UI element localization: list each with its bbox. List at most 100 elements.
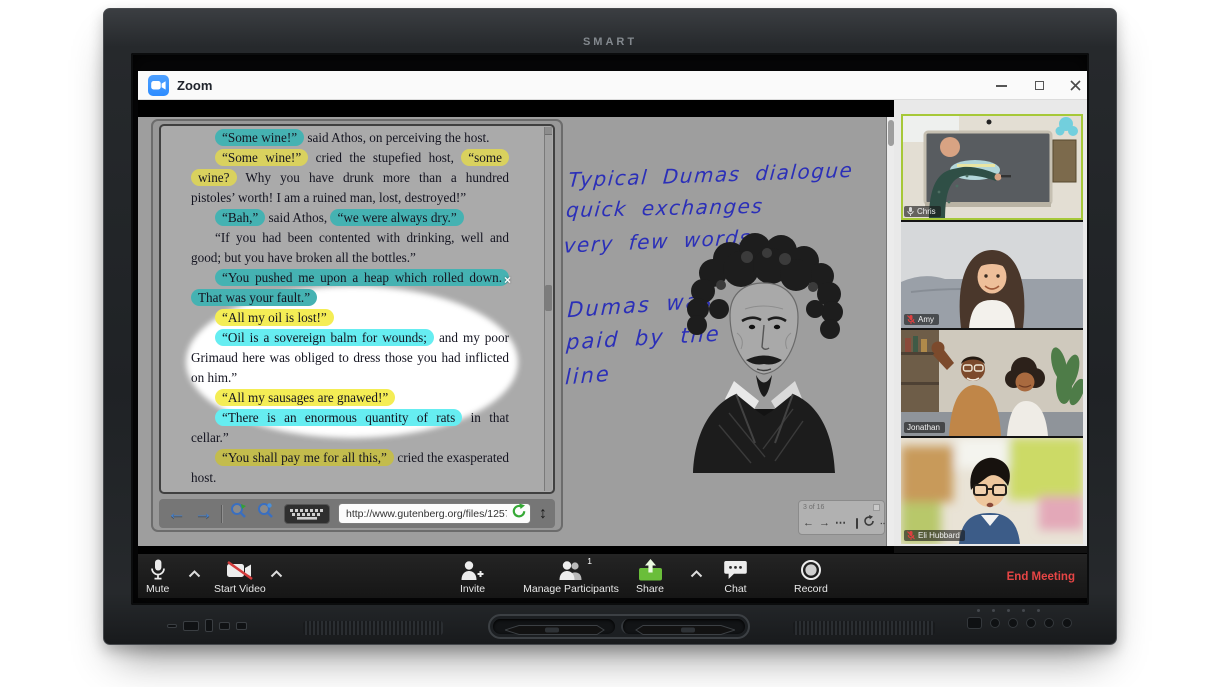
page-indicator: 3 of 16 [803,504,824,511]
record-label: Record [794,583,828,595]
mute-button[interactable]: Mute [146,558,169,595]
smart-board: SMART Zoom [103,8,1117,645]
highlight-cyan: “There is an enormous quantity of rats [215,409,462,426]
page-navigator: 3 of 16 ← → ⋯ [798,500,885,535]
window-titlebar[interactable]: Zoom [138,71,1087,100]
zoom-window: Zoom [138,71,1087,598]
mute-options-chevron[interactable] [188,565,201,583]
board-tray [131,611,1089,641]
record-button[interactable]: Record [794,558,828,595]
maximize-button[interactable] [1024,71,1054,100]
close-button[interactable] [1060,71,1090,100]
dumas-portrait-sketch [635,213,885,473]
chat-button[interactable]: Chat [724,558,747,595]
participant-count-badge: 1 [587,556,592,566]
video-tile-amy[interactable]: Amy [901,222,1083,328]
text-segment: cried the stupefied host, [308,150,461,165]
browser-toolbar: ← → [159,499,555,528]
share-options-chevron[interactable] [690,565,703,583]
eli-video-scene [901,438,1083,544]
paragraph: “There is an enormous quantity of rats i… [191,408,509,448]
pager-expand-icon[interactable] [873,504,880,511]
scrollbar-arrow-box[interactable] [545,127,552,135]
paragraph: “If you had been contented with drinking… [191,228,509,268]
zoom-content: “Some wine!” said Athos, on perceiving t… [138,100,1087,598]
mic-muted-icon [907,315,915,324]
pen-tray [488,614,750,639]
video-sidebar: Chris [894,100,1087,553]
text-segment: said Athos, on perceiving the host. [304,130,489,145]
invite-label: Invite [460,583,485,595]
address-bar[interactable]: http://www.gutenberg.org/files/1257 [338,503,531,524]
fit-page-icon[interactable] [863,514,875,532]
page-icon[interactable] [856,518,858,529]
invite-button[interactable]: Invite [460,558,485,595]
forward-icon[interactable]: → [194,503,213,525]
manage-participants-button[interactable]: 1 Manage Participants [510,558,632,595]
video-tile-column: Chris [901,114,1083,544]
document-scrollbar[interactable] [544,127,552,491]
name-label: Chris [904,206,941,217]
video-tile-jonathan[interactable]: Jonathan [901,330,1083,436]
paragraph: “You shall pay me for all this,” cried t… [191,448,509,488]
highlight-cyan: “Oil is a sovereign balm for wounds; [215,329,434,346]
more-options-icon[interactable]: ⋯ [835,517,846,530]
whiteboard-scrollbar[interactable] [886,117,894,546]
minimize-button[interactable] [986,71,1016,100]
paragraph: “Oil is a sovereign balm for wounds; and… [191,328,509,388]
next-page-icon[interactable]: → [819,517,830,530]
document-text: “Some wine!” said Athos, on perceiving t… [191,128,509,494]
speaker-grille-right [793,621,935,635]
paragraph: “Some wine!” cried the stupefied host, “… [191,148,509,208]
document-page: “Some wine!” said Athos, on perceiving t… [159,124,555,494]
annotation-close-icon[interactable]: × [504,273,511,287]
participant-name: Jonathan [907,423,940,432]
manage-participants-label: Manage Participants [523,583,619,595]
record-circle-icon [800,558,822,581]
microphone-icon [150,558,166,581]
bezel-buttons [967,617,1072,629]
highlight-yellow: “Some wine!” [215,149,308,166]
meeting-toolbar: Mute Start Video [138,553,1087,598]
scrollbar-thumb[interactable] [545,285,552,311]
invite-person-icon [460,558,485,581]
refresh-icon[interactable] [511,503,527,524]
end-meeting-button[interactable]: End Meeting [1007,554,1075,599]
chat-label: Chat [724,583,746,595]
keyboard-icon[interactable] [284,504,330,524]
paragraph: “All my sausages are gnawed!” [191,388,509,408]
paragraph: “All my oil is lost!” [191,308,509,328]
back-icon[interactable]: ← [167,503,186,525]
smart-logo: SMART [583,36,637,48]
amy-video-scene [901,222,1083,328]
mic-muted-icon [907,531,915,540]
resize-icon[interactable]: ↕ [539,505,547,523]
shared-screen: “Some wine!” said Athos, on perceiving t… [138,100,894,553]
video-options-chevron[interactable] [270,565,283,583]
zoom-out-icon[interactable] [257,502,276,525]
name-label: Eli Hubbard [904,530,965,541]
video-tile-chris[interactable]: Chris [901,114,1083,220]
document-viewer-panel: “Some wine!” said Athos, on perceiving t… [151,119,563,532]
speaker-grille-left [303,621,443,635]
previous-page-icon[interactable]: ← [803,517,814,530]
chat-bubble-icon [724,558,747,581]
name-label: Jonathan [904,422,945,433]
start-video-button[interactable]: Start Video [214,558,266,595]
status-leds [977,609,1040,612]
highlight-byellow: “All my oil is lost!” [215,309,334,326]
zoom-in-icon[interactable] [230,502,249,525]
chris-video-scene [901,114,1083,220]
display-screen: Zoom [131,53,1089,605]
start-video-label: Start Video [214,583,266,595]
participant-name: Eli Hubbard [918,531,960,540]
camera-off-icon [225,558,255,581]
highlight-olive: “You shall pay me for all this,” [215,449,394,466]
stylus-pen [635,624,735,636]
participant-name: Amy [918,315,934,324]
share-button[interactable]: Share [636,558,664,595]
paragraph: “Some wine!” said Athos, on perceiving t… [191,128,509,148]
participant-name: Chris [917,207,936,216]
video-tile-eli[interactable]: Eli Hubbard [901,438,1083,544]
window-title: Zoom [177,71,212,100]
